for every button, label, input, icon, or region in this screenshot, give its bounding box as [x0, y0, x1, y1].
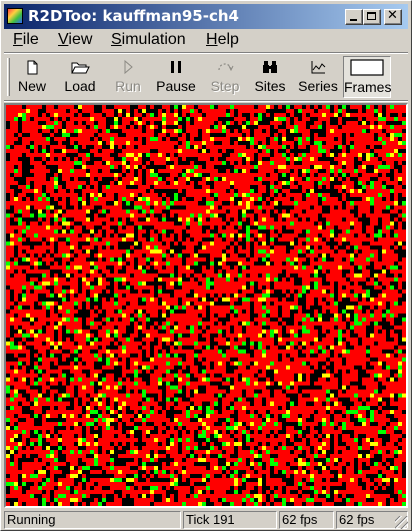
menu-help[interactable]: Help	[206, 31, 239, 49]
load-button[interactable]: Load	[59, 56, 101, 98]
open-folder-icon	[71, 62, 90, 74]
step-icon	[218, 63, 234, 72]
menu-simulation[interactable]: Simulation	[111, 31, 186, 49]
toolbar: New Load Run Pause Step Sites Series Fra…	[4, 54, 408, 100]
menu-bar: File View Simulation Help	[4, 30, 408, 51]
load-label: Load	[64, 78, 96, 94]
maximize-icon	[367, 12, 376, 20]
frames-button[interactable]: Frames	[343, 56, 391, 98]
sites-button[interactable]: Sites	[252, 56, 288, 98]
line-chart-icon	[311, 61, 326, 74]
play-icon	[124, 59, 133, 75]
run-button[interactable]: Run	[110, 56, 146, 98]
run-label: Run	[115, 78, 141, 94]
app-icon[interactable]	[7, 8, 23, 24]
new-document-icon	[27, 60, 38, 75]
app-window: R2DToo: kauffman95-ch4 ✕ File View Simul…	[0, 0, 412, 531]
menu-view[interactable]: View	[58, 31, 92, 49]
series-label: Series	[298, 78, 338, 94]
menu-file[interactable]: File	[13, 31, 39, 49]
close-button[interactable]: ✕	[384, 8, 402, 25]
new-label: New	[17, 78, 46, 94]
new-button[interactable]: New	[13, 56, 51, 98]
toolbar-grip[interactable]	[7, 58, 10, 96]
status-state: Running	[4, 511, 181, 529]
pause-icon	[171, 61, 181, 73]
step-button[interactable]: Step	[206, 56, 244, 98]
series-button[interactable]: Series	[296, 56, 340, 98]
maximize-button[interactable]	[363, 9, 381, 25]
simulation-view[interactable]	[4, 103, 408, 508]
window-title: R2DToo: kauffman95-ch4	[28, 7, 239, 25]
step-label: Step	[210, 78, 240, 94]
title-bar[interactable]: R2DToo: kauffman95-ch4 ✕	[4, 4, 408, 29]
status-bar: Running Tick 191 62 fps 62 fps	[4, 510, 408, 529]
sites-label: Sites	[254, 78, 286, 94]
status-fps-primary: 62 fps	[279, 511, 334, 529]
close-icon: ✕	[387, 8, 398, 23]
frames-label: Frames	[344, 79, 392, 95]
frame-icon	[350, 59, 384, 76]
minimize-button[interactable]	[345, 9, 363, 25]
resize-grip[interactable]	[395, 516, 408, 529]
binoculars-icon	[263, 61, 277, 73]
pause-button[interactable]: Pause	[154, 56, 198, 98]
toolbar-separator	[4, 100, 408, 102]
status-tick: Tick 191	[183, 511, 277, 529]
pause-label: Pause	[156, 78, 196, 94]
minimize-icon	[350, 19, 357, 21]
cellular-automaton-grid[interactable]	[6, 105, 406, 506]
